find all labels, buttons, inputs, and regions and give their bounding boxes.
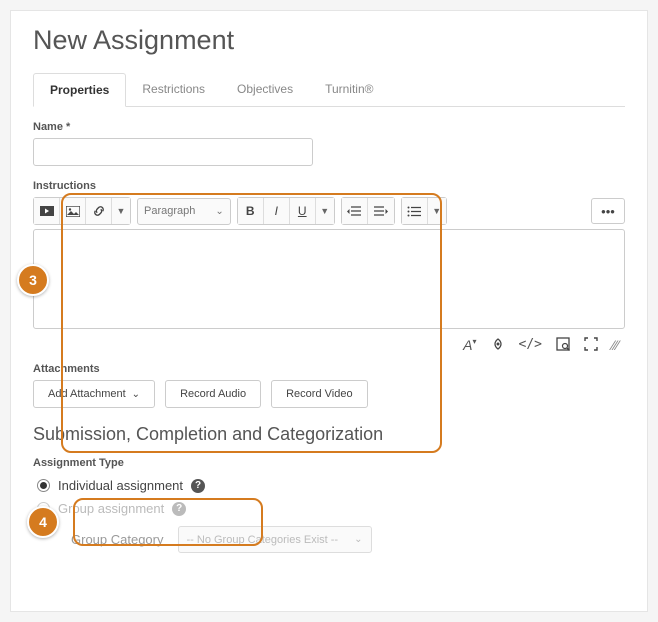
insert-image-icon[interactable] (60, 198, 86, 224)
group-category-select: -- No Group Categories Exist -- ⌄ (178, 526, 372, 553)
paragraph-style-select[interactable]: Paragraph ⌄ (137, 198, 231, 225)
tab-bar: Properties Restrictions Objectives Turni… (33, 72, 625, 107)
insert-video-icon[interactable] (34, 198, 60, 224)
radio-checked-icon (37, 479, 50, 492)
list-icon[interactable] (402, 198, 428, 224)
editor-footer: A▾ </> ⁄⁄⁄ (33, 333, 625, 363)
help-icon[interactable]: ? (172, 502, 186, 516)
source-code-icon[interactable]: </> (519, 337, 542, 353)
record-audio-button[interactable]: Record Audio (165, 380, 261, 408)
section-heading: Submission, Completion and Categorizatio… (33, 424, 625, 445)
preview-icon[interactable] (556, 337, 570, 353)
group-category-label: Group Category (71, 532, 164, 547)
more-actions-button[interactable]: ••• (591, 198, 625, 224)
chevron-down-icon: ⌄ (132, 389, 140, 400)
resize-handle-icon[interactable]: ⁄⁄⁄ (612, 337, 619, 353)
insert-link-icon[interactable] (86, 198, 112, 224)
insert-dropdown-icon[interactable]: ▼ (112, 198, 130, 224)
tab-properties[interactable]: Properties (33, 73, 126, 107)
radio-individual-label: Individual assignment (58, 478, 183, 493)
paragraph-style-label: Paragraph (144, 205, 195, 217)
callout-badge-3: 3 (17, 264, 49, 296)
attachments-label: Attachments (33, 363, 625, 375)
assignment-type-label: Assignment Type (33, 457, 625, 469)
radio-individual[interactable]: Individual assignment ? (33, 474, 625, 497)
tab-objectives[interactable]: Objectives (221, 73, 309, 107)
group-category-placeholder: -- No Group Categories Exist -- (187, 534, 339, 546)
accessibility-icon[interactable] (491, 337, 505, 353)
text-style-dropdown-icon[interactable]: ▼ (316, 198, 334, 224)
editor-toolbar: ▼ Paragraph ⌄ B I U ▼ ▼ ••• (33, 197, 625, 225)
instructions-editor[interactable] (33, 229, 625, 329)
outdent-icon[interactable] (342, 198, 368, 224)
add-attachment-button[interactable]: Add Attachment ⌄ (33, 380, 155, 408)
tab-restrictions[interactable]: Restrictions (126, 73, 221, 107)
name-label: Name * (33, 121, 625, 133)
list-dropdown-icon[interactable]: ▼ (428, 198, 446, 224)
page-title: New Assignment (33, 25, 625, 56)
underline-button[interactable]: U (290, 198, 316, 224)
radio-group: Group assignment ? (33, 497, 625, 520)
callout-badge-4: 4 (27, 506, 59, 538)
record-video-button[interactable]: Record Video (271, 380, 367, 408)
instructions-label: Instructions (33, 180, 625, 192)
help-icon[interactable]: ? (191, 479, 205, 493)
add-attachment-label: Add Attachment (48, 388, 126, 400)
indent-icon[interactable] (368, 198, 394, 224)
fullscreen-icon[interactable] (584, 337, 598, 353)
italic-button[interactable]: I (264, 198, 290, 224)
name-input[interactable] (33, 138, 313, 166)
tab-turnitin[interactable]: Turnitin® (309, 73, 389, 107)
bold-button[interactable]: B (238, 198, 264, 224)
radio-group-label: Group assignment (58, 501, 164, 516)
chevron-down-icon: ⌄ (215, 206, 223, 217)
font-format-icon[interactable]: A▾ (463, 337, 476, 353)
chevron-down-icon: ⌄ (354, 534, 362, 545)
